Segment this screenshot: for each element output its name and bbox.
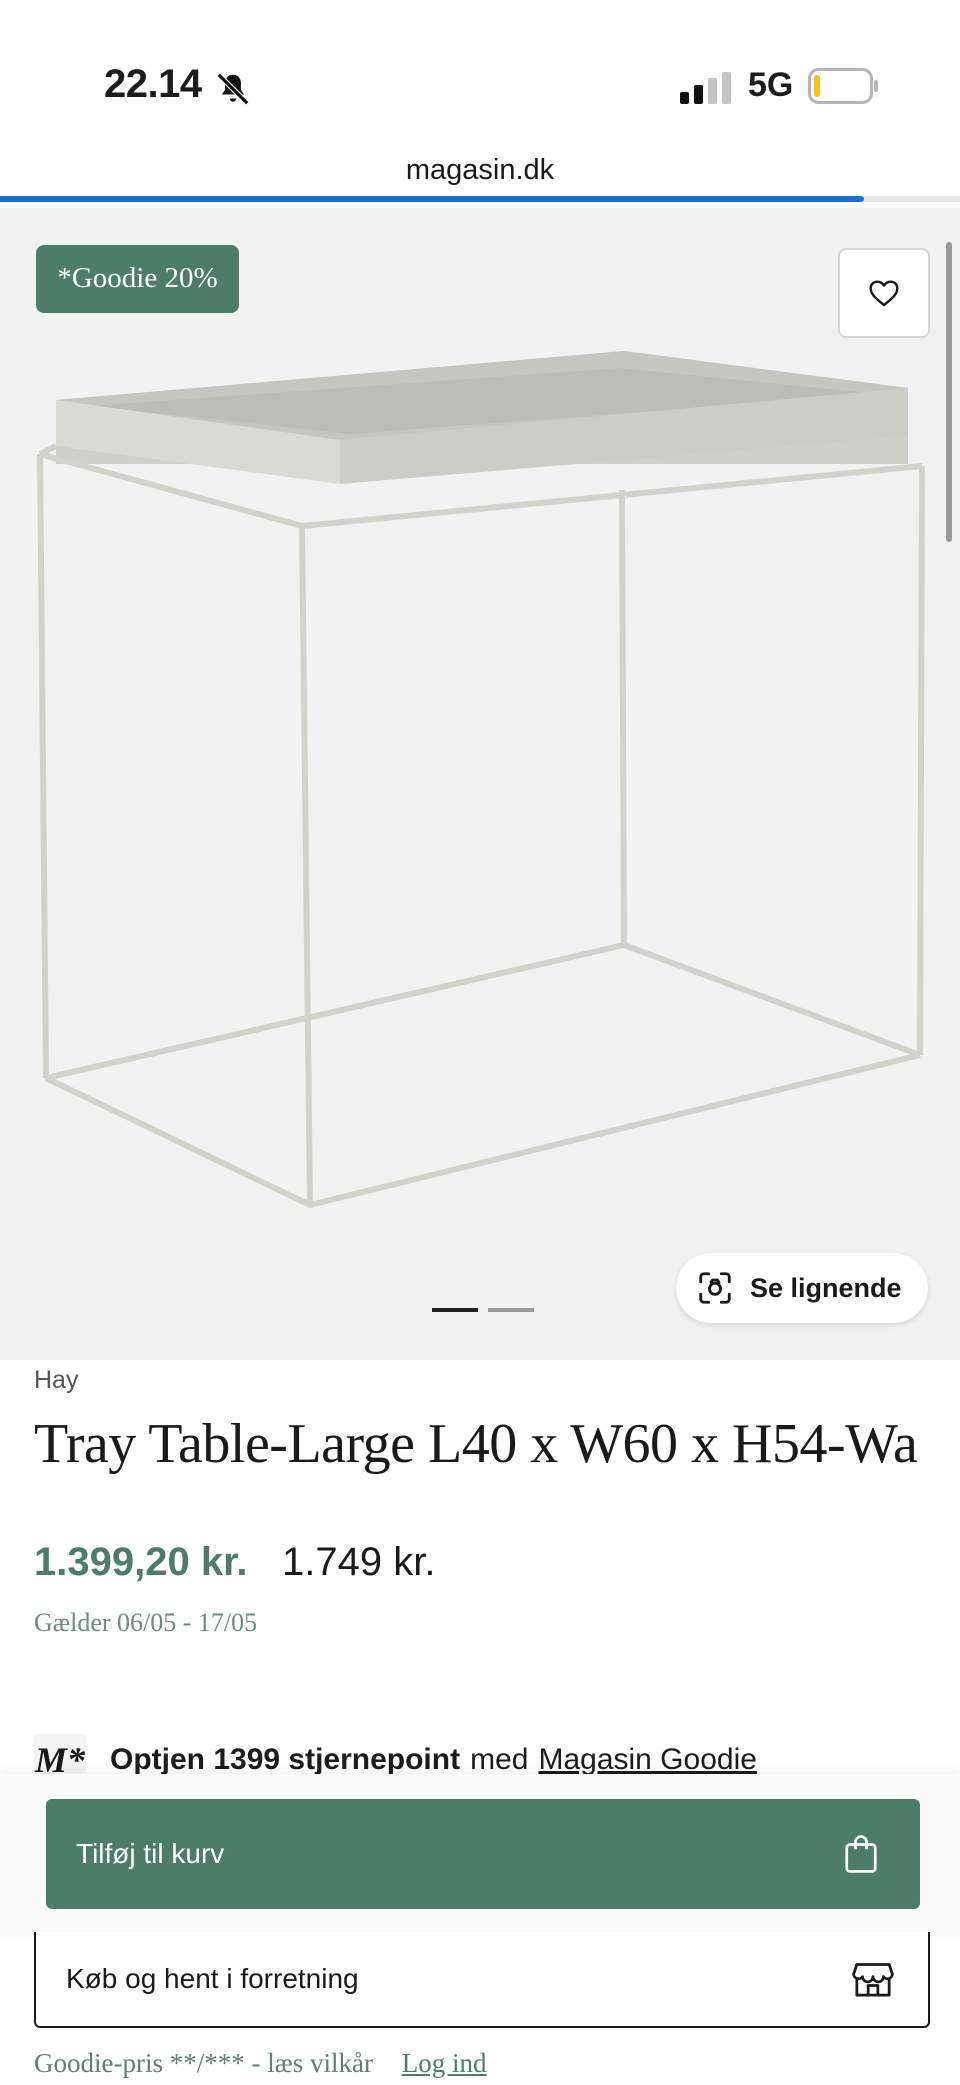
heart-icon (869, 280, 899, 307)
original-price: 1.749 kr. (282, 1540, 436, 1584)
buy-in-store-button[interactable]: Køb og hent i forretning (34, 1932, 930, 2028)
product-brand[interactable]: Hay (34, 1366, 78, 1395)
add-to-cart-button[interactable]: Tilføj til kurv (46, 1799, 920, 1909)
points-earn-text: Optjen 1399 stjernepoint (110, 1743, 461, 1776)
carousel-dot-1[interactable] (432, 1308, 478, 1312)
carousel-indicator[interactable] (432, 1308, 536, 1314)
see-similar-label: Se lignende (750, 1272, 902, 1303)
add-to-cart-label: Tilføj til kurv (76, 1838, 225, 1869)
store-icon (852, 1963, 894, 1997)
product-photo-tray-table (37, 351, 925, 1208)
login-link[interactable]: Log ind (402, 2048, 487, 2078)
visual-search-icon (699, 1272, 731, 1304)
status-bar: 22.14 5G (0, 0, 960, 140)
add-to-favorites-button[interactable] (838, 248, 930, 338)
url-text[interactable]: magasin.dk (0, 154, 960, 187)
points-connector-text: med (470, 1743, 529, 1776)
goodie-price-info: Goodie-pris **/*** - læs vilkår Log ind (34, 2048, 486, 2079)
sale-price: 1.399,20 kr. (34, 1540, 248, 1584)
battery-icon (808, 68, 878, 104)
goodie-terms-text[interactable]: Goodie-pris **/*** - læs vilkår (34, 2048, 373, 2078)
status-time: 22.14 (104, 62, 202, 106)
bell-slash-icon (216, 72, 250, 106)
shopping-bag-icon (845, 1835, 877, 1873)
page-load-progress-fill (0, 196, 864, 202)
page-load-progress (0, 196, 960, 202)
sticky-cart-bar: Tilføj til kurv (0, 1774, 960, 1936)
offer-validity: Gælder 06/05 - 17/05 (34, 1608, 258, 1637)
product-image-carousel[interactable]: *Goodie 20% Se lignende (0, 208, 960, 1360)
magasin-goodie-link[interactable]: Magasin Goodie (538, 1743, 756, 1777)
carousel-dot-2[interactable] (488, 1308, 534, 1312)
product-title: Tray Table-Large L40 x W60 x H54-Wa (34, 1413, 918, 1475)
page-scrollbar[interactable] (946, 242, 952, 542)
signal-icon (680, 72, 731, 104)
see-similar-button[interactable]: Se lignende (676, 1253, 928, 1323)
network-type: 5G (748, 66, 794, 104)
buy-in-store-label: Køb og hent i forretning (66, 1963, 359, 1994)
goodie-discount-badge: *Goodie 20% (36, 245, 239, 313)
